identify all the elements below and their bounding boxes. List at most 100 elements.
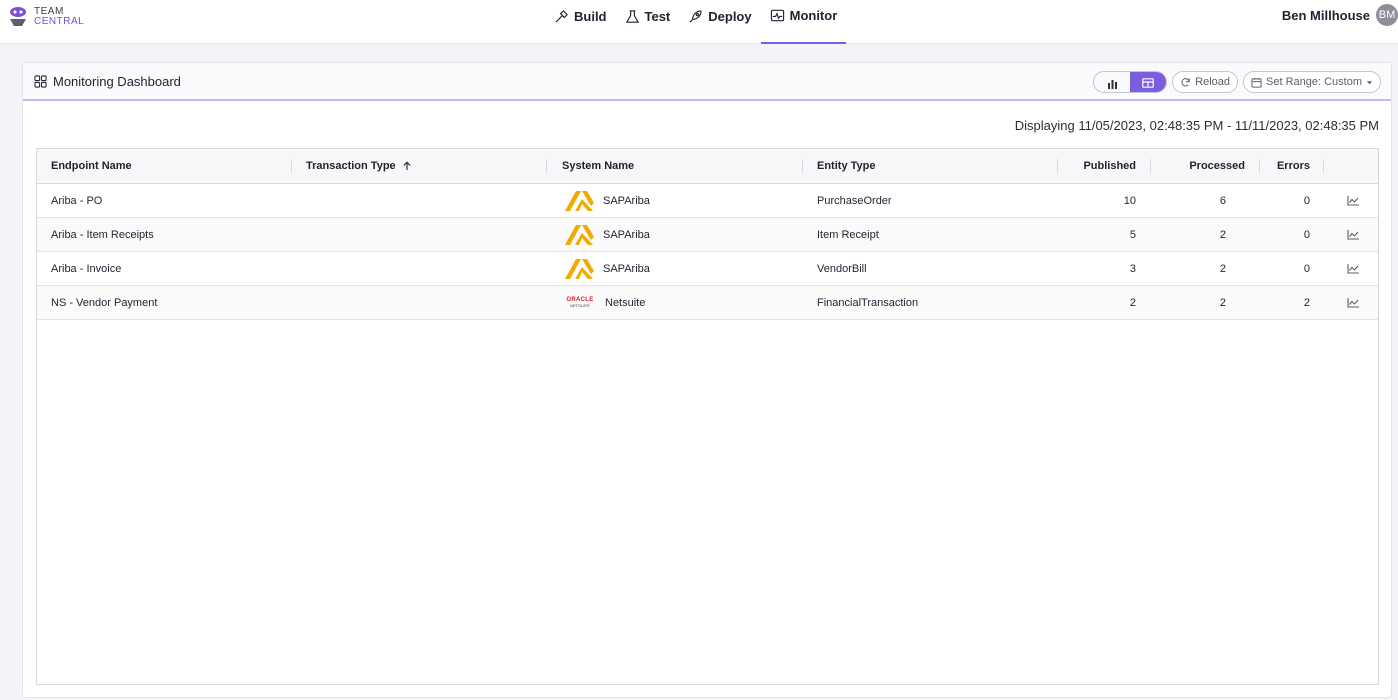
reload-icon <box>1181 77 1190 86</box>
monitor-icon <box>770 9 784 22</box>
trend-chart-button[interactable] <box>1347 218 1360 251</box>
nav-build-label: Build <box>574 8 607 24</box>
col-processed[interactable]: Processed <box>1157 149 1245 183</box>
table-view-button[interactable] <box>1130 72 1167 92</box>
cell-published: 2 <box>1129 296 1136 309</box>
endpoints-table: Endpoint Name Transaction Type System Na… <box>36 148 1379 685</box>
trend-chart-button[interactable] <box>1347 286 1360 319</box>
cell-processed: 2 <box>1219 262 1226 275</box>
table-row[interactable]: Ariba - Item Receipts SAPAriba Item Rece… <box>37 218 1378 252</box>
panel-title-text: Monitoring Dashboard <box>53 73 181 89</box>
col-entity-type[interactable]: Entity Type <box>817 149 875 183</box>
nav-monitor-label: Monitor <box>789 8 838 23</box>
trend-chart-button[interactable] <box>1347 184 1360 217</box>
logo-text: TEAM CENTRAL <box>34 7 84 27</box>
calendar-icon <box>1251 77 1262 88</box>
cell-processed: 6 <box>1219 194 1226 207</box>
table-row[interactable]: Ariba - PO SAPAriba PurchaseOrder 10 6 0 <box>37 184 1378 218</box>
user-menu[interactable]: Ben Millhouse BM <box>1282 4 1398 26</box>
line-chart-icon <box>1347 196 1359 206</box>
cell-entity: PurchaseOrder <box>817 194 892 207</box>
col-transaction-type-label: Transaction Type <box>306 160 396 172</box>
system-name: SAPAriba <box>603 228 650 241</box>
col-divider[interactable] <box>802 159 803 173</box>
cell-published: 3 <box>1129 262 1136 275</box>
panel-title: Monitoring Dashboard <box>34 74 181 89</box>
sort-ascending-icon <box>403 161 411 170</box>
cell-errors: 2 <box>1303 296 1310 309</box>
col-divider[interactable] <box>1323 159 1324 173</box>
cell-endpoint: Ariba - PO <box>51 194 103 207</box>
table-icon <box>1142 78 1154 88</box>
set-range-label: Set Range: Custom <box>1266 76 1362 88</box>
cell-errors: 0 <box>1303 262 1310 275</box>
col-divider[interactable] <box>1150 159 1151 173</box>
rocket-icon <box>689 9 702 23</box>
system-name: Netsuite <box>605 296 646 309</box>
system-name: SAPAriba <box>603 262 650 275</box>
nav-test-label: Test <box>644 8 671 24</box>
line-chart-icon <box>1347 264 1359 274</box>
user-name: Ben Millhouse <box>1281 7 1370 23</box>
cell-processed: 2 <box>1219 228 1226 241</box>
cell-system: SAPAriba <box>563 184 650 217</box>
nav-build[interactable]: Build <box>545 0 616 32</box>
col-divider[interactable] <box>546 159 547 173</box>
trend-chart-button[interactable] <box>1347 252 1360 285</box>
col-published[interactable]: Published <box>1067 149 1136 183</box>
col-divider[interactable] <box>1057 159 1058 173</box>
nav-deploy[interactable]: Deploy <box>679 0 760 32</box>
caret-down-icon <box>1366 80 1373 84</box>
chart-view-button[interactable] <box>1094 72 1130 92</box>
nav-test[interactable]: Test <box>616 0 680 32</box>
col-endpoint-name[interactable]: Endpoint Name <box>51 149 132 183</box>
panel-controls: Reload Set Range: Custom <box>1093 71 1381 93</box>
system-name: SAPAriba <box>603 194 650 207</box>
cell-system: SAPAriba <box>563 252 650 285</box>
nav-deploy-label: Deploy <box>708 8 752 24</box>
nav-monitor[interactable]: Monitor <box>760 0 847 44</box>
top-navbar: TEAM CENTRAL Build Test Deploy Monitor B… <box>0 0 1398 44</box>
logo-line-2: CENTRAL <box>34 16 85 27</box>
cell-endpoint: NS - Vendor Payment <box>51 296 158 309</box>
line-chart-icon <box>1347 230 1359 240</box>
monitoring-panel: Monitoring Dashboard Reload Set Range: C… <box>22 62 1392 698</box>
cell-errors: 0 <box>1303 194 1310 207</box>
hammer-icon <box>555 9 568 23</box>
table-header: Endpoint Name Transaction Type System Na… <box>37 149 1378 184</box>
main-nav: Build Test Deploy Monitor <box>545 0 847 44</box>
cell-published: 5 <box>1129 228 1136 241</box>
sap-ariba-logo-icon <box>565 190 594 211</box>
cell-endpoint: Ariba - Item Receipts <box>51 228 154 241</box>
set-range-dropdown[interactable]: Set Range: Custom <box>1243 71 1381 93</box>
netsuite-logo-text: NETSUITE <box>570 303 590 308</box>
cell-errors: 0 <box>1303 228 1310 241</box>
avatar[interactable]: BM <box>1376 4 1398 26</box>
table-row[interactable]: Ariba - Invoice SAPAriba VendorBill 3 2 … <box>37 252 1378 286</box>
panel-header: Monitoring Dashboard Reload Set Range: C… <box>23 63 1391 101</box>
view-toggle <box>1093 71 1168 93</box>
line-chart-icon <box>1347 298 1359 308</box>
cell-system: SAPAriba <box>563 218 650 251</box>
reload-label: Reload <box>1195 76 1230 88</box>
col-transaction-type[interactable]: Transaction Type <box>306 149 412 183</box>
cell-endpoint: Ariba - Invoice <box>51 262 122 275</box>
reload-button[interactable]: Reload <box>1172 71 1238 93</box>
cell-entity: Item Receipt <box>817 228 879 241</box>
date-range-text: Displaying 11/05/2023, 02:48:35 PM - 11/… <box>1014 118 1379 133</box>
cell-system: ORACLE NETSUITE Netsuite <box>563 286 645 319</box>
col-divider[interactable] <box>1259 159 1260 173</box>
cell-entity: FinancialTransaction <box>817 296 919 309</box>
dashboard-grid-icon <box>34 74 47 88</box>
col-errors[interactable]: Errors <box>1267 149 1310 183</box>
robot-logo-icon <box>10 7 26 26</box>
app-logo[interactable]: TEAM CENTRAL <box>8 6 84 28</box>
cell-entity: VendorBill <box>817 262 867 275</box>
cell-published: 10 <box>1123 194 1136 207</box>
table-row[interactable]: NS - Vendor Payment ORACLE NETSUITE Nets… <box>37 286 1378 320</box>
sap-ariba-logo-icon <box>565 224 594 245</box>
table-body: Ariba - PO SAPAriba PurchaseOrder 10 6 0 <box>37 184 1378 320</box>
col-system-name[interactable]: System Name <box>562 149 634 183</box>
oracle-netsuite-logo-icon: ORACLE NETSUITE <box>563 297 597 309</box>
col-divider[interactable] <box>291 159 292 173</box>
